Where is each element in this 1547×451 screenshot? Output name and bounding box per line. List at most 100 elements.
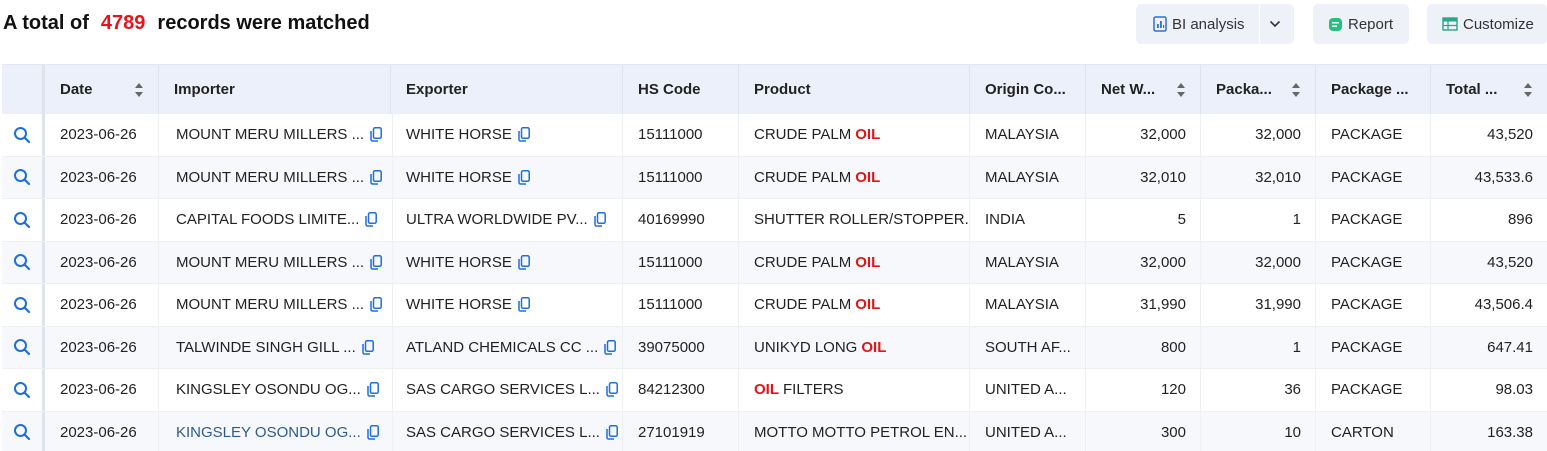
cell-total-text: 43,533.6 [1474,168,1533,186]
result-count: 4789 [100,12,146,34]
report-button[interactable]: Report [1313,4,1409,44]
cell-importer-text[interactable]: KINGSLEY OSONDU OG... [176,424,361,441]
cell-exporter-text[interactable]: ULTRA WORLDWIDE PV... [406,211,588,228]
copy-button[interactable] [367,382,379,397]
cell-exporter-text[interactable]: WHITE HORSE [406,296,512,313]
cell-total-text: 647.41 [1487,338,1533,356]
cell-hs-code: 15111000 [623,114,739,156]
copy-button[interactable] [518,169,530,185]
view-detail-button[interactable] [2,284,45,326]
copy-button[interactable] [365,212,378,227]
cell-net-weight: 5 [1086,199,1201,241]
bi-analysis-dropdown[interactable] [1260,4,1294,44]
view-detail-button[interactable] [2,199,45,241]
cell-package-unit-text: PACKAGE [1331,296,1403,314]
bi-analysis-button-group: BI analysis [1136,4,1294,44]
header-total[interactable]: Total ... [1431,65,1547,114]
cell-exporter-text[interactable]: WHITE HORSE [406,254,512,271]
cell-hs-code-text: 40169990 [638,211,705,229]
cell-date: 2023-06-26 [45,411,159,451]
cell-product: SHUTTER ROLLER/STOPPER... [739,199,970,241]
copy-button[interactable] [370,254,383,270]
copy-button[interactable] [370,127,383,142]
cell-hs-code: 40169990 [623,199,739,241]
sort-icon[interactable] [1176,82,1186,98]
customize-table-icon [1442,17,1458,31]
cell-net-weight: 300 [1086,411,1201,451]
keyword-highlight: OIL [855,168,881,186]
header-origin-country: Origin Co... [970,65,1086,114]
cell-importer-text[interactable]: MOUNT MERU MILLERS ... [176,169,364,186]
search-icon [14,169,31,186]
header-net-weight[interactable]: Net W... [1086,65,1201,114]
header-date[interactable]: Date [45,65,159,114]
cell-package-unit-text: PACKAGE [1331,381,1403,399]
cell-packages-text: 1 [1292,338,1301,356]
cell-importer-text[interactable]: MOUNT MERU MILLERS ... [176,296,364,313]
cell-package-unit-text: PACKAGE [1331,253,1403,271]
cell-package-unit: PACKAGE [1316,326,1431,368]
sort-icon[interactable] [1523,82,1533,98]
keyword-highlight: OIL [855,296,881,314]
cell-net-weight-text: 32,000 [1140,126,1186,144]
summary-suffix: records were matched [157,12,370,34]
search-icon [14,126,31,143]
bi-analysis-button[interactable]: BI analysis [1136,4,1259,44]
cell-exporter-text[interactable]: WHITE HORSE [406,169,512,186]
cell-hs-code-text: 84212300 [638,381,705,399]
header-package-unit-label: Package ... [1331,81,1409,98]
copy-button[interactable] [518,127,530,142]
sort-icon[interactable] [134,82,144,98]
cell-exporter-text[interactable]: SAS CARGO SERVICES L... [406,381,600,398]
copy-icon [518,127,530,142]
cell-date-text: 2023-06-26 [60,126,137,144]
view-detail-button[interactable] [2,241,45,283]
cell-package-unit: CARTON [1316,411,1431,451]
cell-importer-text[interactable]: MOUNT MERU MILLERS ... [176,126,364,143]
copy-button[interactable] [370,297,383,312]
cell-importer-text[interactable]: KINGSLEY OSONDU OG... [176,381,361,398]
cell-importer-text[interactable]: CAPITAL FOODS LIMITE... [176,211,359,228]
cell-exporter-text[interactable]: SAS CARGO SERVICES L... [406,424,600,441]
copy-button[interactable] [367,424,379,440]
copy-button[interactable] [370,169,383,185]
product-text: UNIKYD LONG [754,338,858,356]
cell-total-text: 163.38 [1487,423,1533,441]
cell-importer-text[interactable]: MOUNT MERU MILLERS ... [176,254,364,271]
cell-hs-code-text: 15111000 [638,296,703,314]
view-detail-button[interactable] [2,326,45,368]
customize-button[interactable]: Customize [1427,4,1547,44]
table-body: 2023-06-26 MOUNT MERU MILLERS ... WHITE HO… [2,114,1547,451]
header-hs-code: HS Code [623,65,739,114]
table-row: 2023-06-26 KINGSLEY OSONDU OG... SAS CARGO… [2,369,1547,412]
view-detail-button[interactable] [2,114,45,156]
copy-button[interactable] [518,254,530,270]
view-detail-button[interactable] [2,156,45,198]
cell-package-unit: PACKAGE [1316,369,1431,411]
cell-importer-text[interactable]: TALWINDE SINGH GILL ... [176,339,356,356]
cell-packages: 10 [1201,411,1316,451]
report-icon [1329,17,1342,31]
cell-date-text: 2023-06-26 [60,253,137,271]
search-icon [14,424,31,441]
cell-packages: 1 [1201,326,1316,368]
copy-button[interactable] [606,382,618,397]
table-row: 2023-06-26 MOUNT MERU MILLERS ... WHITE HO… [2,156,1547,199]
cell-exporter-text[interactable]: ATLAND CHEMICALS CC ... [406,339,598,356]
copy-button[interactable] [593,212,606,227]
cell-origin-country: SOUTH AF... [970,326,1086,368]
view-detail-button[interactable] [2,411,45,451]
copy-button[interactable] [362,339,374,355]
view-detail-button[interactable] [2,369,45,411]
cell-exporter-text[interactable]: WHITE HORSE [406,126,512,143]
cell-packages: 31,990 [1201,284,1316,326]
cell-hs-code-text: 27101919 [638,423,705,441]
copy-button[interactable] [518,297,530,312]
cell-packages-text: 31,990 [1255,296,1301,314]
copy-button[interactable] [606,424,618,440]
copy-button[interactable] [604,339,617,355]
sort-icon[interactable] [1291,82,1301,98]
header-packages[interactable]: Packa... [1201,65,1316,114]
cell-origin-country-text: MALAYSIA [985,296,1059,314]
cell-net-weight: 120 [1086,369,1201,411]
